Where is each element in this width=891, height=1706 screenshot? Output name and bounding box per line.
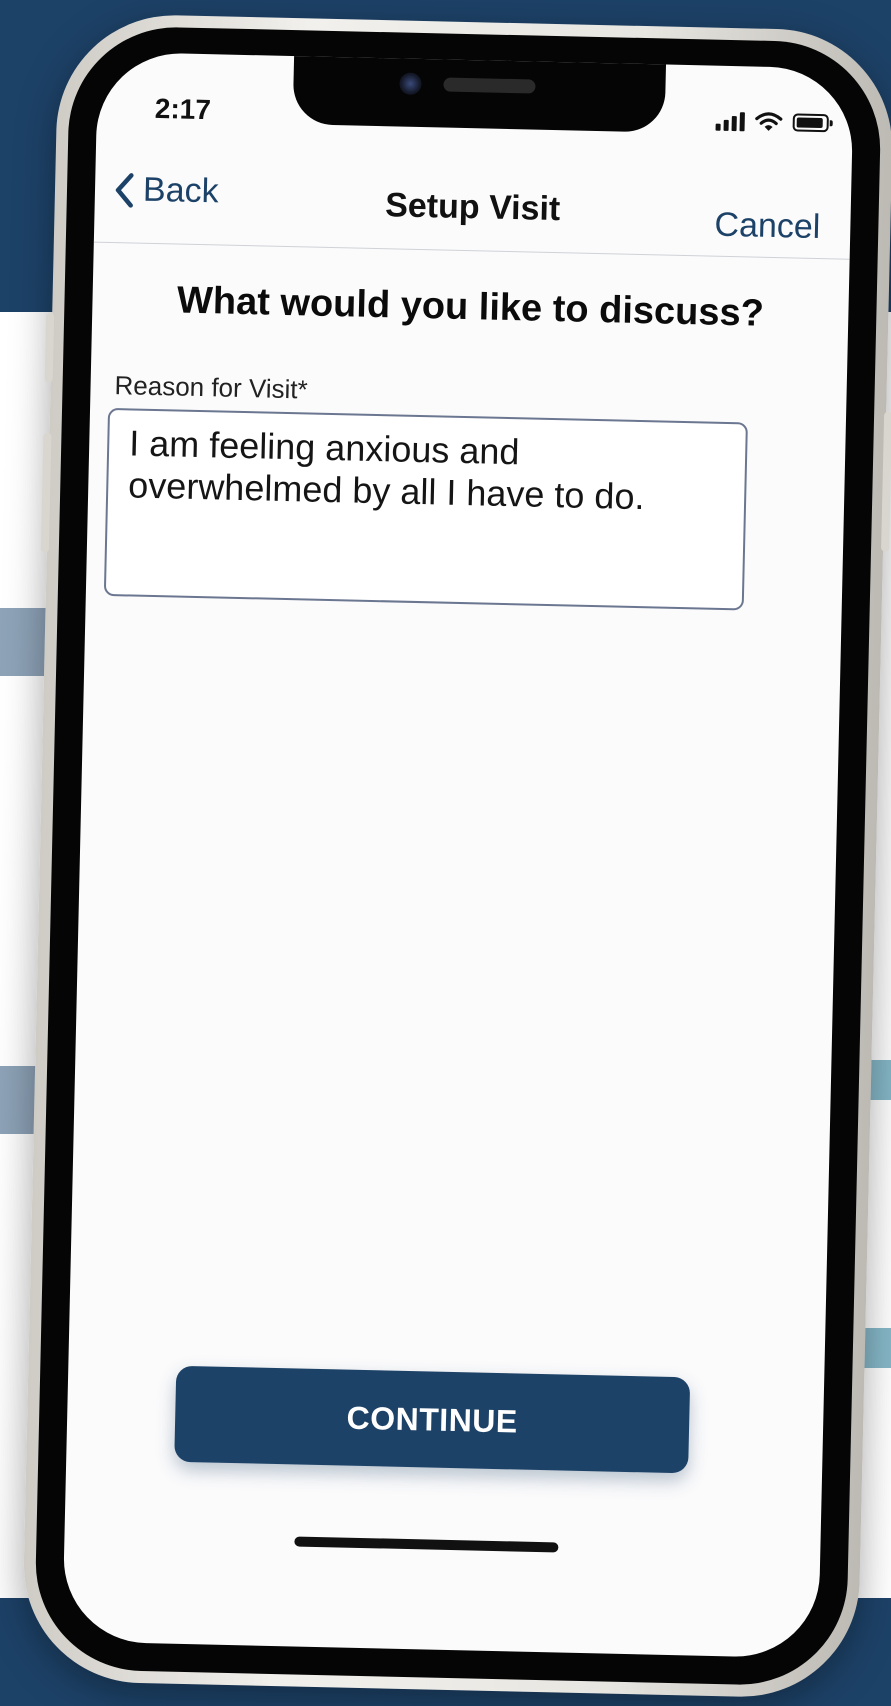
signal-icon bbox=[715, 111, 745, 132]
mute-switch bbox=[44, 312, 55, 383]
continue-button[interactable]: CONTINUE bbox=[174, 1365, 691, 1474]
status-icons bbox=[715, 110, 829, 135]
speaker-grille bbox=[443, 77, 536, 94]
battery-level bbox=[796, 117, 823, 129]
navigation-bar: Back Setup Visit Cancel bbox=[93, 151, 852, 260]
question-heading: What would you like to discuss? bbox=[176, 279, 765, 335]
wifi-icon bbox=[755, 112, 783, 131]
status-time: 2:17 bbox=[154, 92, 212, 126]
notch bbox=[292, 52, 667, 133]
phone-mockup: 2:17 Back Setup Visit Cancel What would … bbox=[21, 12, 891, 1700]
reason-field-label: Reason for Visit* bbox=[114, 370, 309, 405]
home-indicator bbox=[294, 1536, 559, 1553]
cancel-button[interactable]: Cancel bbox=[714, 206, 821, 247]
camera-icon bbox=[399, 72, 422, 95]
app-screen: 2:17 Back Setup Visit Cancel What would … bbox=[62, 51, 854, 1659]
battery-icon bbox=[792, 113, 829, 133]
reason-for-visit-input[interactable]: I am feeling anxious and overwhelmed by … bbox=[103, 407, 748, 611]
